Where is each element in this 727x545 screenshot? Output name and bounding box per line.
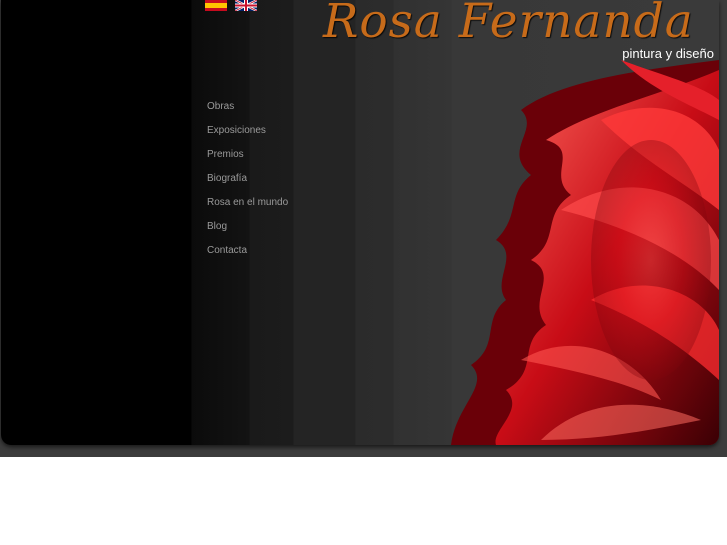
- nav-link-rosa-en-el-mundo[interactable]: Rosa en el mundo: [207, 197, 288, 208]
- nav-item-blog: Blog: [207, 217, 288, 241]
- nav-item-biografia: Biografía: [207, 169, 288, 193]
- nav-link-biografia[interactable]: Biografía: [207, 173, 247, 184]
- site-panel: Rosa Fernanda pintura y diseño Obras Exp…: [1, 0, 719, 445]
- nav-item-rosa-en-el-mundo: Rosa en el mundo: [207, 193, 288, 217]
- nav-item-obras: Obras: [207, 97, 288, 121]
- nav-item-premios: Premios: [207, 145, 288, 169]
- flag-uk-icon[interactable]: [235, 0, 257, 11]
- site-subtitle: pintura y diseño: [622, 46, 714, 61]
- nav-link-premios[interactable]: Premios: [207, 149, 244, 160]
- nav-link-contacta[interactable]: Contacta: [207, 245, 247, 256]
- site-title: Rosa Fernanda: [323, 0, 694, 49]
- nav-link-exposiciones[interactable]: Exposiciones: [207, 125, 266, 136]
- nav-link-obras[interactable]: Obras: [207, 101, 234, 112]
- nav-link-blog[interactable]: Blog: [207, 221, 227, 232]
- red-flames-artwork: [451, 60, 719, 445]
- nav-item-exposiciones: Exposiciones: [207, 121, 288, 145]
- flag-spain-icon[interactable]: [205, 0, 227, 11]
- main-nav: Obras Exposiciones Premios Biografía Ros…: [207, 97, 288, 265]
- nav-item-contacta: Contacta: [207, 241, 288, 265]
